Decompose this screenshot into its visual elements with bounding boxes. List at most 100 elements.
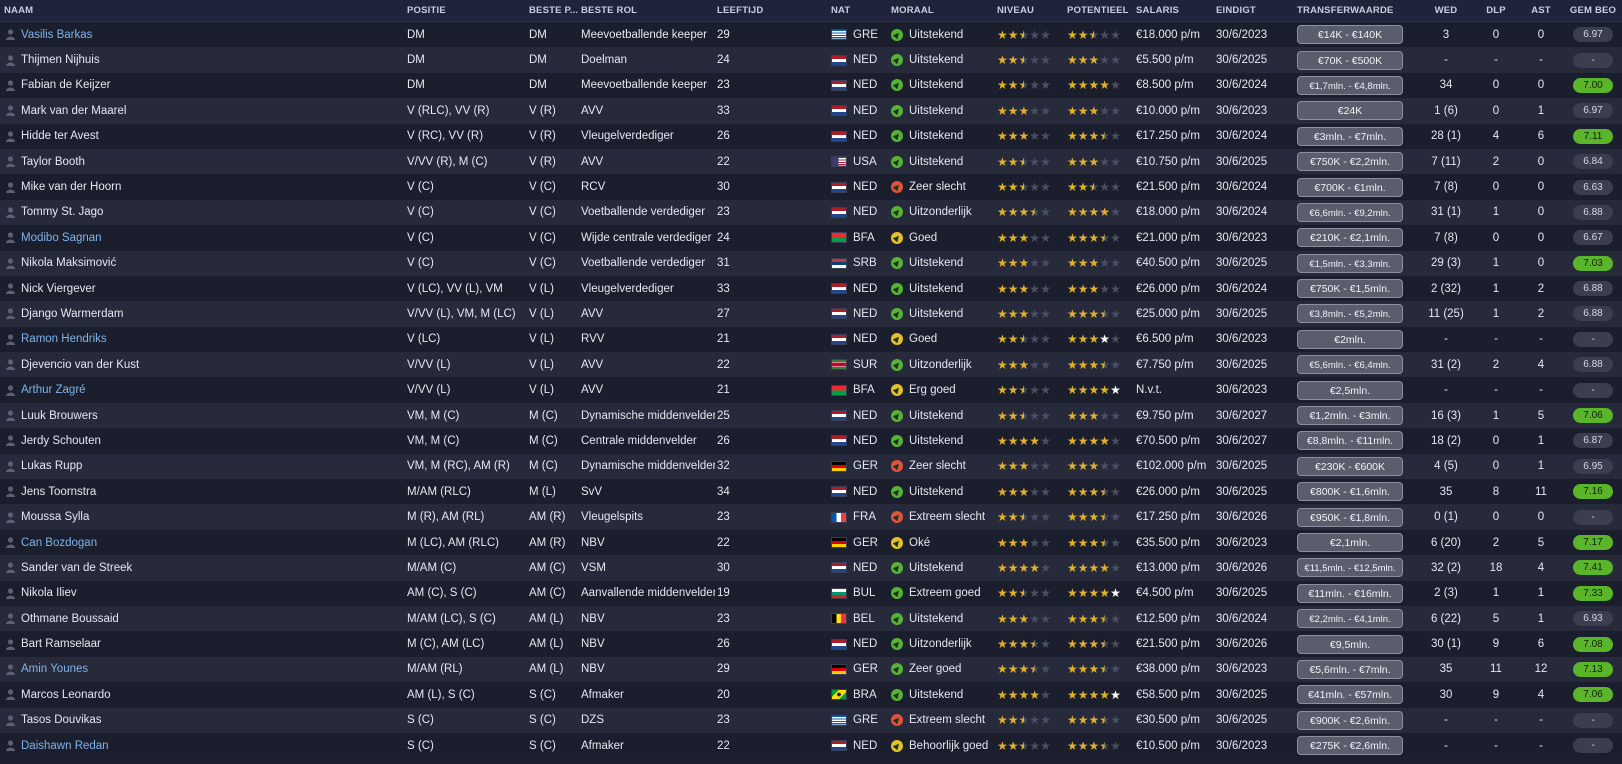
transfer-value-pill[interactable]: €5,6mln. - €7mln.	[1297, 659, 1403, 679]
table-row[interactable]: Nikola Maksimović V (C) V (C) Voetballen…	[0, 250, 1622, 276]
table-row[interactable]: Sander van de Streek M/AM (C) AM (C) VSM…	[0, 555, 1622, 581]
player-name[interactable]: Nick Viergever	[21, 283, 96, 295]
table-row[interactable]: Hidde ter Avest V (RC), VV (R) V (R) Vle…	[0, 123, 1622, 149]
player-name[interactable]: Moussa Sylla	[21, 511, 89, 523]
table-row[interactable]: Daishawn Redan S (C) S (C) Afmaker 22 NE…	[0, 732, 1622, 759]
table-row[interactable]: Thijmen Nijhuis DM DM Doelman 24 NED Uit…	[0, 47, 1622, 73]
col-header-level[interactable]: NIVEAU	[997, 5, 1067, 16]
transfer-value-pill[interactable]: €2,5mln.	[1297, 380, 1403, 400]
table-row[interactable]: Nikola Iliev AM (C), S (C) AM (C) Aanval…	[0, 580, 1622, 606]
table-row[interactable]: Lukas Rupp VM, M (RC), AM (R) M (C) Dyna…	[0, 453, 1622, 480]
table-row[interactable]: Nick Viergever V (LC), VV (L), VM V (L) …	[0, 275, 1622, 302]
table-row[interactable]: Mike van der Hoorn V (C) V (C) RCV 30 NE…	[0, 174, 1622, 200]
col-header-best-role[interactable]: BESTE ROL	[579, 5, 715, 16]
transfer-value-pill[interactable]: €750K - €2,2mln.	[1297, 152, 1403, 172]
transfer-value-pill[interactable]: €8,8mln. - €11mln.	[1297, 431, 1403, 451]
table-row[interactable]: Mark van der Maarel V (RLC), VV (R) V (R…	[0, 98, 1622, 124]
col-header-matches[interactable]: WED	[1418, 5, 1474, 16]
transfer-value-pill[interactable]: €750K - €1,5mln.	[1297, 279, 1403, 299]
player-name[interactable]: Mike van der Hoorn	[21, 181, 121, 193]
transfer-value-pill[interactable]: €14K - €140K	[1297, 25, 1403, 45]
player-name[interactable]: Lukas Rupp	[21, 460, 82, 472]
transfer-value-pill[interactable]: €11,5mln. - €12,5mln.	[1297, 558, 1403, 578]
col-header-transfer-value[interactable]: TRANSFERWAARDE	[1294, 5, 1418, 16]
table-row[interactable]: Othmane Boussaid M/AM (LC), S (C) AM (L)…	[0, 605, 1622, 632]
player-name[interactable]: Mark van der Maarel	[21, 105, 126, 117]
table-row[interactable]: Moussa Sylla M (R), AM (RL) AM (R) Vleug…	[0, 504, 1622, 530]
transfer-value-pill[interactable]: €41mln. - €57mln.	[1297, 685, 1403, 705]
table-row[interactable]: Tasos Douvikas S (C) S (C) DZS 23 GRE Ex…	[0, 707, 1622, 733]
player-name[interactable]: Taylor Booth	[21, 156, 85, 168]
player-name[interactable]: Luuk Brouwers	[21, 410, 98, 422]
col-header-best-position[interactable]: BESTE P...▸	[527, 5, 579, 16]
table-row[interactable]: Modibo Sagnan V (C) V (C) Wijde centrale…	[0, 225, 1622, 251]
col-header-nationality[interactable]: NAT	[827, 5, 891, 16]
player-name[interactable]: Modibo Sagnan	[21, 232, 102, 244]
transfer-value-pill[interactable]: €950K - €1,8mln.	[1297, 507, 1403, 527]
col-header-assists[interactable]: AST	[1518, 5, 1564, 16]
transfer-value-pill[interactable]: €1,5mln. - €3,3mln.	[1297, 253, 1403, 273]
col-header-potential[interactable]: POTENTIEEL	[1067, 5, 1136, 16]
table-row[interactable]: Ramon Hendriks V (LC) V (L) RVV 21 NED G…	[0, 326, 1622, 353]
table-row[interactable]: Luuk Brouwers VM, M (C) M (C) Dynamische…	[0, 402, 1622, 429]
transfer-value-pill[interactable]: €210K - €2,1mln.	[1297, 228, 1403, 248]
player-name[interactable]: Vasilis Barkas	[21, 29, 92, 41]
player-name[interactable]: Tommy St. Jago	[21, 206, 103, 218]
transfer-value-pill[interactable]: €5,6mln. - €6,4mln.	[1297, 355, 1403, 375]
transfer-value-pill[interactable]: €900K - €2,6mln.	[1297, 710, 1403, 730]
transfer-value-pill[interactable]: €2,2mln. - €4,1mln.	[1297, 609, 1403, 629]
transfer-value-pill[interactable]: €275K - €2,6mln.	[1297, 736, 1403, 756]
table-row[interactable]: Djevencio van der Kust V/VV (L) V (L) AV…	[0, 352, 1622, 378]
player-name[interactable]: Django Warmerdam	[21, 308, 123, 320]
table-row[interactable]: Jens Toornstra M/AM (RLC) M (L) SvV 34 N…	[0, 479, 1622, 505]
player-name[interactable]: Daishawn Redan	[21, 740, 109, 752]
player-name[interactable]: Nikola Iliev	[21, 587, 77, 599]
player-name[interactable]: Amin Younes	[21, 663, 88, 675]
col-header-age[interactable]: LEEFTIJD	[715, 5, 827, 16]
transfer-value-pill[interactable]: €6,6mln. - €9,2mln.	[1297, 202, 1403, 222]
transfer-value-pill[interactable]: €9,5mln.	[1297, 634, 1403, 654]
transfer-value-pill[interactable]: €3,8mln. - €5,2mln.	[1297, 304, 1403, 324]
player-name[interactable]: Jens Toornstra	[21, 486, 96, 498]
transfer-value-pill[interactable]: €2,1mln.	[1297, 533, 1403, 552]
player-name[interactable]: Hidde ter Avest	[21, 130, 99, 142]
player-name[interactable]: Fabian de Keijzer	[21, 79, 111, 91]
table-row[interactable]: Bart Ramselaar M (C), AM (LC) AM (L) NBV…	[0, 631, 1622, 657]
player-name[interactable]: Othmane Boussaid	[21, 613, 119, 625]
transfer-value-pill[interactable]: €800K - €1,6mln.	[1297, 482, 1403, 502]
player-name[interactable]: Bart Ramselaar	[21, 638, 101, 650]
player-name[interactable]: Sander van de Streek	[21, 562, 132, 574]
table-row[interactable]: Can Bozdogan M (LC), AM (RLC) AM (R) NBV…	[0, 529, 1622, 556]
player-name[interactable]: Marcos Leonardo	[21, 689, 111, 701]
player-name[interactable]: Arthur Zagré	[21, 384, 86, 396]
transfer-value-pill[interactable]: €24K	[1297, 101, 1403, 121]
transfer-value-pill[interactable]: €70K - €500K	[1297, 50, 1403, 70]
player-name[interactable]: Nikola Maksimović	[21, 257, 116, 269]
transfer-value-pill[interactable]: €230K - €600K	[1297, 456, 1403, 476]
col-header-goals[interactable]: DLP	[1474, 5, 1518, 16]
table-row[interactable]: Jerdy Schouten VM, M (C) M (C) Centrale …	[0, 428, 1622, 454]
transfer-value-pill[interactable]: €700K - €1mln.	[1297, 177, 1403, 197]
col-header-name[interactable]: NAAM	[0, 5, 405, 16]
table-row[interactable]: Django Warmerdam V/VV (L), VM, M (LC) V …	[0, 301, 1622, 327]
table-row[interactable]: Taylor Booth V/VV (R), M (C) V (R) AVV 2…	[0, 148, 1622, 175]
player-name[interactable]: Ramon Hendriks	[21, 333, 107, 345]
col-header-avg-rating[interactable]: GEM BEO	[1564, 5, 1622, 16]
transfer-value-pill[interactable]: €1,7mln. - €4,8mln.	[1297, 75, 1403, 95]
transfer-value-pill[interactable]: €3mln. - €7mln.	[1297, 126, 1403, 146]
col-header-morale[interactable]: MORAAL	[891, 5, 997, 16]
table-row[interactable]: Amin Younes M/AM (RL) AM (L) NBV 29 GER …	[0, 656, 1622, 683]
transfer-value-pill[interactable]: €1,2mln. - €3mln.	[1297, 406, 1403, 426]
table-row[interactable]: Fabian de Keijzer DM DM Meevoetballende …	[0, 72, 1622, 99]
table-row[interactable]: Marcos Leonardo AM (L), S (C) S (C) Afma…	[0, 682, 1622, 708]
player-name[interactable]: Can Bozdogan	[21, 537, 97, 549]
player-name[interactable]: Tasos Douvikas	[21, 714, 102, 726]
col-header-contract-end[interactable]: EINDIGT	[1216, 5, 1294, 16]
player-name[interactable]: Thijmen Nijhuis	[21, 54, 100, 66]
player-name[interactable]: Jerdy Schouten	[21, 435, 101, 447]
col-header-salary[interactable]: SALARIS	[1136, 5, 1216, 16]
table-row[interactable]: Arthur Zagré V/VV (L) V (L) AVV 21 BFA E…	[0, 377, 1622, 403]
transfer-value-pill[interactable]: €2mln.	[1297, 329, 1403, 349]
transfer-value-pill[interactable]: €11mln. - €16mln.	[1297, 583, 1403, 603]
player-name[interactable]: Djevencio van der Kust	[21, 359, 139, 371]
